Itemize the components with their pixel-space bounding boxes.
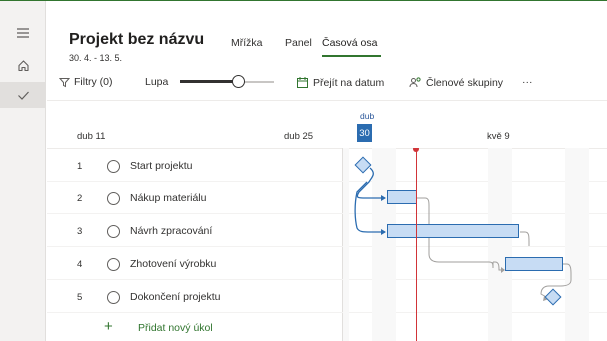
- dependency-connectors: [354, 167, 572, 301]
- active-tab-indicator: [322, 55, 381, 57]
- checkmark-icon: [17, 91, 29, 100]
- task-complete-checkbox[interactable]: [107, 192, 120, 205]
- timeline-chart: [343, 148, 607, 341]
- date-label-end: kvě 9: [487, 131, 510, 142]
- zoom-label: Lupa: [145, 76, 169, 88]
- task-complete-checkbox[interactable]: [107, 291, 120, 304]
- task-number: 5: [77, 292, 83, 303]
- task-number: 1: [77, 161, 83, 172]
- hamburger-icon: [17, 28, 29, 38]
- menu-button[interactable]: [0, 20, 46, 46]
- planner-window: Projekt bez názvu 30. 4. - 13. 5. Mřížka…: [0, 0, 607, 341]
- toolbar-divider: [47, 100, 607, 101]
- home-button[interactable]: [0, 52, 46, 78]
- project-date-range: 30. 4. - 13. 5.: [69, 53, 123, 63]
- add-task-button[interactable]: Přidat nový úkol: [138, 322, 213, 334]
- date-label-mid: dub 25: [284, 131, 314, 142]
- filter-icon: [59, 77, 70, 87]
- task-name[interactable]: Návrh zpracování: [130, 225, 212, 237]
- today-marker-line: [416, 148, 417, 341]
- task-number: 3: [77, 226, 83, 237]
- calendar-icon: [297, 77, 308, 88]
- task-name[interactable]: Zhotovení výrobku: [130, 258, 216, 270]
- goto-date-button[interactable]: Přejít na datum: [296, 76, 384, 89]
- task-complete-checkbox[interactable]: [107, 258, 120, 271]
- task-name[interactable]: Nákup materiálu: [130, 192, 206, 204]
- project-title[interactable]: Projekt bez názvu: [69, 31, 204, 49]
- task-name[interactable]: Dokončení projektu: [130, 291, 220, 303]
- date-label-start: dub 11: [77, 131, 106, 142]
- top-accent-line: [0, 0, 607, 1]
- member-groups-label: Členové skupiny: [426, 76, 504, 89]
- group-people-icon: [409, 77, 421, 88]
- today-day-badge: 30: [357, 124, 372, 142]
- task-complete-checkbox[interactable]: [107, 160, 120, 173]
- task-complete-checkbox[interactable]: [107, 225, 120, 238]
- filters-button[interactable]: Filtry (0): [59, 76, 113, 88]
- tasks-button[interactable]: [0, 82, 46, 108]
- task-bar-production[interactable]: [505, 257, 563, 271]
- tab-timeline[interactable]: Časová osa: [322, 37, 377, 49]
- home-icon: [17, 59, 29, 71]
- task-bar-design[interactable]: [387, 224, 519, 238]
- tab-grid[interactable]: Mřížka: [231, 37, 263, 49]
- today-month-label: dub: [360, 111, 375, 121]
- goto-date-label: Přejít na datum: [313, 76, 385, 89]
- filters-label: Filtry (0): [74, 76, 113, 88]
- task-number: 2: [77, 193, 83, 204]
- member-groups-button[interactable]: Členové skupiny: [409, 76, 503, 89]
- left-rail: [0, 1, 46, 341]
- tab-board[interactable]: Panel: [285, 37, 312, 49]
- task-number: 4: [77, 259, 83, 270]
- more-options-button[interactable]: ···: [522, 76, 533, 88]
- task-name[interactable]: Start projektu: [130, 160, 192, 172]
- task-bar-material-purchase[interactable]: [387, 190, 417, 204]
- add-task-plus-icon[interactable]: +: [104, 319, 113, 334]
- zoom-slider-thumb[interactable]: [231, 75, 245, 88]
- zoom-slider-fill: [180, 80, 239, 83]
